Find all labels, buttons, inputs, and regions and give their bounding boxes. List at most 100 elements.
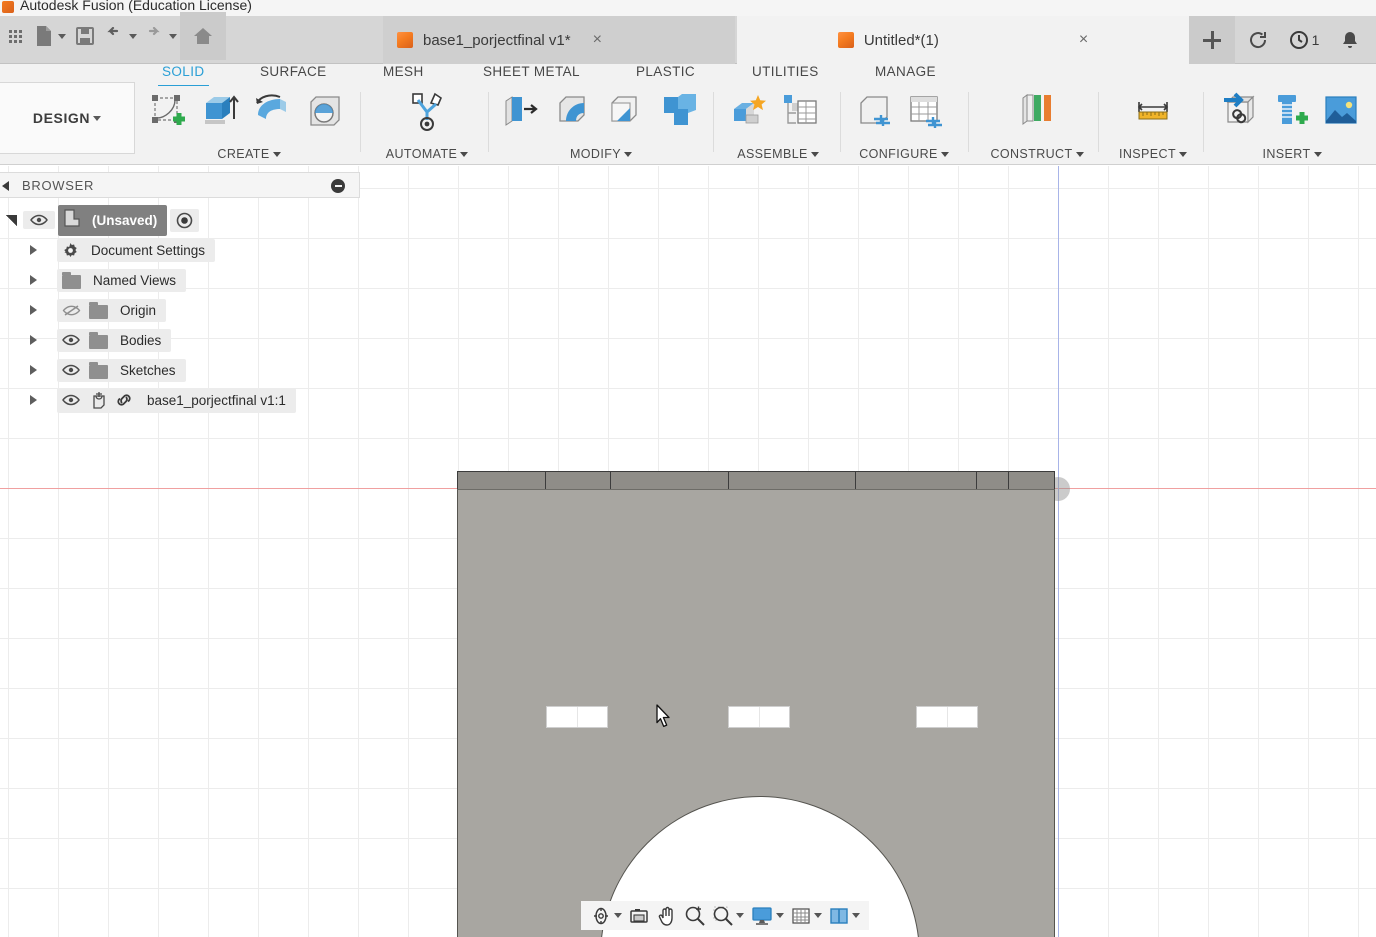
eye-icon[interactable] bbox=[61, 394, 81, 406]
document-tab-1[interactable]: base1_porjectfinal v1* × bbox=[383, 16, 735, 64]
ribbon-group-inspect-title[interactable]: INSPECT bbox=[1110, 147, 1196, 161]
ribbon-tab-mesh[interactable]: MESH bbox=[383, 64, 424, 86]
hole-icon[interactable] bbox=[299, 86, 349, 136]
arch-bridge-body[interactable] bbox=[457, 471, 1055, 937]
ribbon-tab-surface[interactable]: SURFACE bbox=[260, 64, 327, 86]
save-icon[interactable] bbox=[70, 19, 100, 53]
create-sketch-icon[interactable] bbox=[143, 86, 193, 136]
tree-item-named-views[interactable]: Named Views bbox=[57, 268, 187, 292]
visibility-toggle[interactable] bbox=[23, 211, 55, 229]
refresh-icon[interactable] bbox=[1235, 16, 1281, 64]
chevron-down-icon bbox=[1178, 151, 1187, 157]
tree-row-bodies[interactable]: Bodies bbox=[0, 325, 360, 355]
eye-icon[interactable] bbox=[61, 334, 81, 346]
expand-toggle-icon[interactable] bbox=[30, 335, 37, 345]
bridge-wall[interactable] bbox=[457, 489, 1055, 937]
fillet-icon[interactable] bbox=[547, 86, 597, 136]
configure-table-icon[interactable] bbox=[901, 86, 951, 136]
configure-body-icon[interactable] bbox=[849, 86, 899, 136]
orbit-icon[interactable] bbox=[587, 903, 625, 929]
tree-item-label: Bodies bbox=[120, 332, 162, 348]
tree-item-bodies[interactable]: Bodies bbox=[57, 328, 172, 352]
display-settings-icon[interactable] bbox=[747, 903, 787, 929]
ribbon-group-assemble-title[interactable]: ASSEMBLE bbox=[723, 147, 833, 161]
ribbon-tab-sheet-metal[interactable]: SHEET METAL bbox=[483, 64, 580, 86]
ribbon-tab-manage[interactable]: MANAGE bbox=[875, 64, 936, 86]
revolve-icon[interactable] bbox=[247, 86, 297, 136]
app-grid-icon[interactable] bbox=[0, 19, 30, 53]
tree-row-document-settings[interactable]: Document Settings bbox=[0, 235, 360, 265]
ribbon-group-insert-title[interactable]: INSERT bbox=[1212, 147, 1372, 161]
tree-item-component[interactable]: base1_porjectfinal v1:1 bbox=[57, 387, 296, 413]
home-icon[interactable] bbox=[180, 12, 226, 60]
viewports-icon[interactable] bbox=[825, 903, 863, 929]
tree-row-named-views[interactable]: Named Views bbox=[0, 265, 360, 295]
tree-row-origin[interactable]: Origin bbox=[0, 295, 360, 325]
construct-plane-icon[interactable] bbox=[1012, 86, 1062, 136]
insert-canvas-icon[interactable] bbox=[1316, 86, 1366, 136]
minimize-panel-icon[interactable] bbox=[331, 179, 345, 193]
chevron-down-icon bbox=[810, 151, 819, 157]
insert-mcmaster-icon[interactable] bbox=[1264, 86, 1314, 136]
tree-item-sketches[interactable]: Sketches bbox=[57, 358, 186, 382]
window-cutout-1[interactable] bbox=[546, 706, 608, 728]
tree-row-component[interactable]: base1_porjectfinal v1:1 bbox=[0, 385, 360, 415]
zoom-icon[interactable] bbox=[681, 903, 709, 929]
ribbon-group-construct-title[interactable]: CONSTRUCT bbox=[982, 147, 1092, 161]
close-icon[interactable]: × bbox=[1079, 32, 1088, 48]
add-tab-button[interactable] bbox=[1189, 16, 1235, 64]
look-at-icon[interactable] bbox=[625, 903, 653, 929]
expand-toggle-icon[interactable] bbox=[30, 395, 37, 405]
tree-row-sketches[interactable]: Sketches bbox=[0, 355, 360, 385]
insert-derive-icon[interactable] bbox=[1212, 86, 1262, 136]
grid-snaps-icon[interactable] bbox=[787, 903, 825, 929]
ribbon-tab-utilities[interactable]: UTILITIES bbox=[752, 64, 819, 86]
expand-toggle-icon[interactable] bbox=[30, 275, 37, 285]
ribbon-group-modify-title[interactable]: MODIFY bbox=[495, 147, 707, 161]
recent-count: 1 bbox=[1311, 32, 1320, 48]
ribbon-group-configure-title[interactable]: CONFIGURE bbox=[849, 147, 959, 161]
tree-item-document-settings[interactable]: Document Settings bbox=[57, 238, 216, 262]
fit-icon[interactable] bbox=[709, 903, 747, 929]
window-cutout-3[interactable] bbox=[916, 706, 978, 728]
window-cutout-2[interactable] bbox=[728, 706, 790, 728]
redo-icon[interactable] bbox=[140, 19, 180, 53]
bridge-deck[interactable] bbox=[457, 471, 1055, 490]
combine-icon[interactable] bbox=[651, 86, 701, 136]
close-icon[interactable]: × bbox=[593, 32, 602, 48]
ribbon-group-automate-title[interactable]: AUTOMATE bbox=[373, 147, 481, 161]
notifications-bell-icon[interactable] bbox=[1327, 16, 1373, 64]
extrude-icon[interactable] bbox=[195, 86, 245, 136]
expand-toggle-icon[interactable] bbox=[30, 305, 37, 315]
recent-clock-icon[interactable]: 1 bbox=[1281, 16, 1327, 64]
pan-icon[interactable] bbox=[653, 903, 681, 929]
group-separator bbox=[360, 92, 361, 152]
collapse-left-icon[interactable] bbox=[2, 181, 9, 191]
measure-icon[interactable] bbox=[1128, 86, 1178, 136]
document-tab-2[interactable]: Untitled*(1) × bbox=[737, 16, 1189, 64]
joint-table-icon[interactable] bbox=[775, 86, 825, 136]
ribbon-tab-plastic[interactable]: PLASTIC bbox=[636, 64, 695, 86]
tree-item-unsaved[interactable]: (Unsaved) bbox=[58, 204, 168, 236]
automate-icon[interactable] bbox=[402, 86, 452, 136]
chevron-down-icon bbox=[272, 151, 281, 157]
new-document-icon[interactable] bbox=[30, 19, 70, 53]
tree-row-unsaved[interactable]: (Unsaved) bbox=[0, 204, 360, 236]
expand-toggle-icon[interactable] bbox=[30, 245, 37, 255]
ribbon-tab-solid[interactable]: SOLID bbox=[158, 64, 208, 88]
design-workspace-dropdown[interactable]: DESIGN bbox=[0, 82, 135, 154]
radio-active-icon[interactable] bbox=[170, 208, 200, 232]
ribbon-group-create-title[interactable]: CREATE bbox=[143, 147, 355, 161]
expand-toggle-icon[interactable] bbox=[6, 214, 17, 226]
expand-toggle-icon[interactable] bbox=[30, 365, 37, 375]
press-pull-icon[interactable] bbox=[495, 86, 545, 136]
shell-icon[interactable] bbox=[599, 86, 649, 136]
eye-icon[interactable] bbox=[61, 364, 81, 376]
ribbon-group-construct: CONSTRUCT bbox=[982, 86, 1092, 165]
group-separator bbox=[488, 92, 489, 152]
eye-hidden-icon[interactable] bbox=[61, 304, 81, 317]
chevron-down-icon bbox=[852, 913, 860, 918]
new-component-icon[interactable] bbox=[723, 86, 773, 136]
undo-icon[interactable] bbox=[100, 19, 140, 53]
tree-item-origin[interactable]: Origin bbox=[57, 298, 167, 322]
